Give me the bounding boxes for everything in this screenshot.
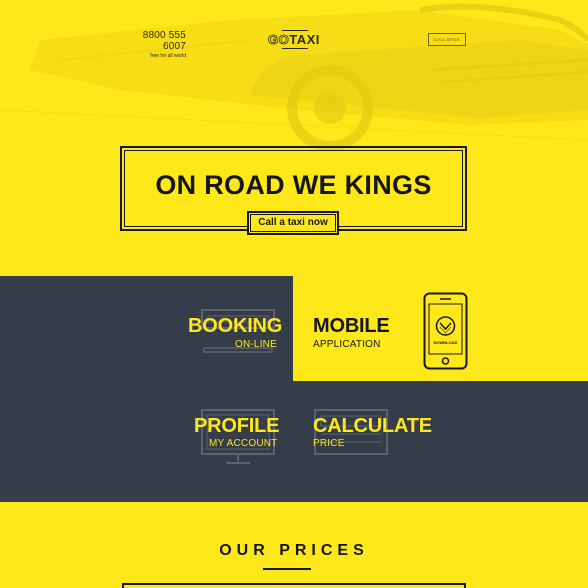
booking-subtitle: ON-LINE xyxy=(235,339,277,350)
phone-number[interactable]: 8800 555 6007 xyxy=(120,30,186,52)
phone-caption: free for all world xyxy=(150,53,186,59)
logo-top-rule xyxy=(282,30,308,31)
prices-title-underline xyxy=(263,568,311,570)
call-taxi-button[interactable]: Call a taxi now xyxy=(247,211,339,235)
mobile-subtitle: APPLICATION xyxy=(313,339,381,350)
contact-phone: 8800 555 6007 free for all world xyxy=(120,30,186,59)
logo-bottom-rule xyxy=(282,48,308,49)
profile-subtitle: MY ACCOUNT xyxy=(209,438,278,449)
hero-headline: ON ROAD WE KINGS xyxy=(155,170,432,200)
site-logo[interactable]: GOTAXI xyxy=(268,32,320,48)
prices-title: OUR PRICES xyxy=(219,542,369,559)
call-back-button[interactable]: CALL BACK xyxy=(428,33,466,46)
features-section: BOOKING ON-LINE MOBILE APPLICATION DOWNL… xyxy=(0,276,588,502)
mobile-title[interactable]: MOBILE xyxy=(313,315,390,338)
prices-table-frame xyxy=(122,583,466,588)
logo-taxi: TAXI xyxy=(289,32,320,47)
hero-section: 8800 555 6007 free for all world GOTAXI … xyxy=(0,0,588,276)
profile-title[interactable]: PROFILE xyxy=(194,415,279,438)
smartphone-download-icon[interactable]: DOWNLOAD xyxy=(423,292,468,370)
booking-title[interactable]: BOOKING xyxy=(188,315,282,338)
download-label: DOWNLOAD xyxy=(433,340,458,345)
calculate-subtitle: PRICE xyxy=(313,438,345,449)
logo-go: GO xyxy=(268,32,290,48)
prices-section: OUR PRICES xyxy=(0,502,588,588)
call-taxi-label: Call a taxi now xyxy=(258,217,328,228)
calculate-title[interactable]: CALCULATE xyxy=(313,415,432,438)
